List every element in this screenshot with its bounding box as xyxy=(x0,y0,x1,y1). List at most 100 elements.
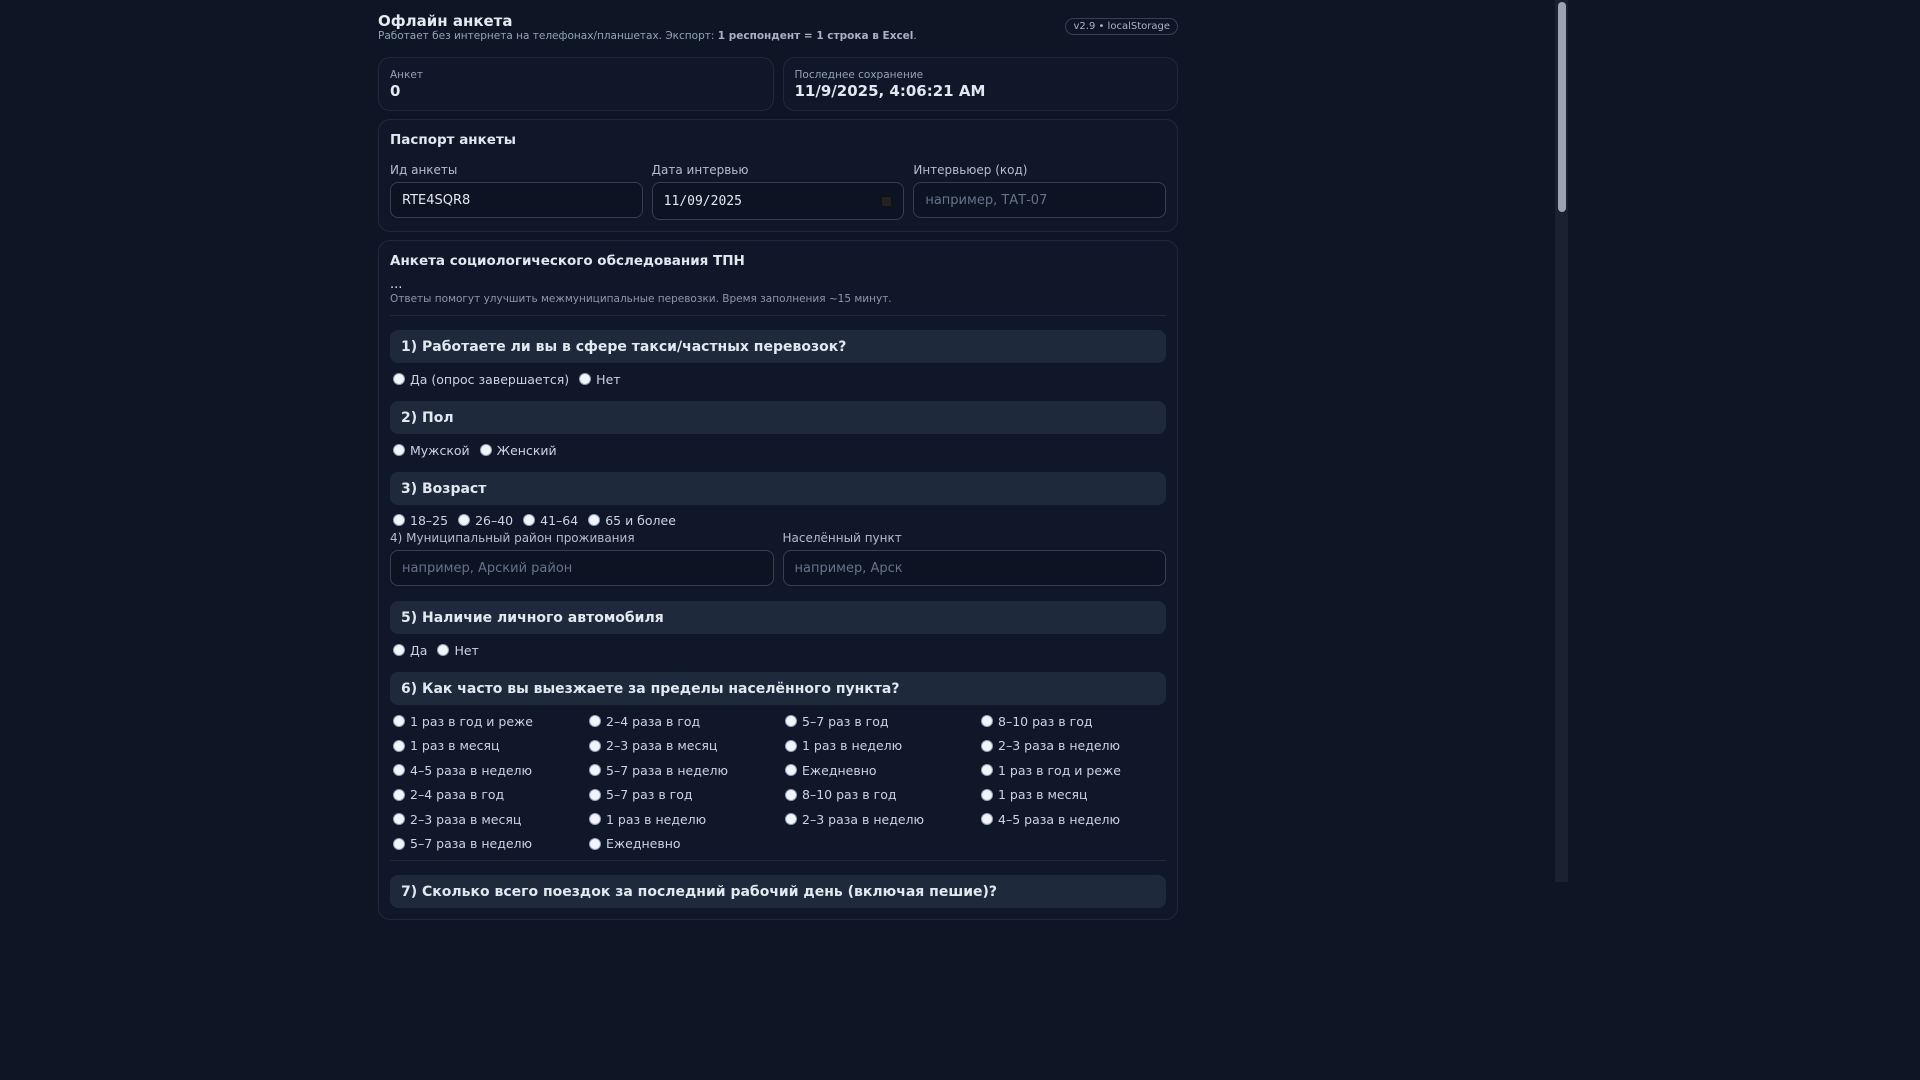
q6-option[interactable]: 4–5 раза в неделю xyxy=(393,758,589,783)
q6-option[interactable]: 2–3 раза в неделю xyxy=(785,807,981,832)
date-label: Дата интервью xyxy=(651,163,749,177)
date-value: 11/09/2025 xyxy=(663,193,742,209)
subtitle-bold: 1 респондент = 1 строка в Excel xyxy=(717,30,914,42)
stat-saved-value: 11/9/2025, 4:06:21 AM xyxy=(794,82,986,100)
radio[interactable] xyxy=(981,764,993,777)
radio[interactable] xyxy=(981,715,993,728)
settlement-input[interactable]: например, Арск xyxy=(782,550,1166,586)
radio[interactable] xyxy=(589,764,601,777)
radio[interactable] xyxy=(458,514,471,526)
radio[interactable] xyxy=(588,514,601,526)
calendar-icon[interactable] xyxy=(881,195,893,207)
radio[interactable] xyxy=(785,739,797,752)
option-label: 1 раз в год и реже xyxy=(410,713,533,729)
q3-option[interactable]: 26–40 xyxy=(458,513,513,528)
q6-option[interactable]: 8–10 раз в год xyxy=(981,709,1177,734)
radio[interactable] xyxy=(785,813,797,826)
q6-option[interactable]: 2–3 раза в месяц xyxy=(589,734,785,759)
q6-option[interactable]: 5–7 раза в неделю xyxy=(393,832,589,857)
radio[interactable] xyxy=(589,788,601,801)
q6-option[interactable]: 1 раз в неделю xyxy=(785,734,981,759)
option-label: Ежедневно xyxy=(802,762,877,778)
q6-option[interactable]: 5–7 раз в год xyxy=(785,709,981,734)
radio[interactable] xyxy=(393,373,405,385)
radio[interactable] xyxy=(393,444,405,456)
radio[interactable] xyxy=(393,715,405,728)
interviewer-input[interactable]: например, ТАТ-07 xyxy=(913,182,1167,218)
q6-option[interactable]: 4–5 раза в неделю xyxy=(981,807,1177,832)
district-input[interactable]: например, Арский район xyxy=(390,550,774,586)
radio[interactable] xyxy=(981,788,993,801)
q6-option[interactable]: 1 раз в год и реже xyxy=(393,709,589,734)
question-1-title: 1) Работаете ли вы в сфере такси/частных… xyxy=(390,330,1166,363)
question-6-title: 6) Как часто вы выезжаете за пределы нас… xyxy=(390,672,1166,705)
q6-option[interactable]: 2–3 раза в неделю xyxy=(981,734,1177,759)
interviewer-label: Интервьюер (код) xyxy=(913,163,1028,177)
q6-option[interactable]: 2–4 раза в год xyxy=(589,709,785,734)
q6-option[interactable]: 1 раз в год и реже xyxy=(981,758,1177,783)
radio[interactable] xyxy=(479,444,492,456)
question-5-options: Да Нет xyxy=(393,638,1166,662)
option-label: 1 раз в неделю xyxy=(802,738,903,754)
radio[interactable] xyxy=(981,813,993,826)
option-label: 8–10 раз в год xyxy=(802,787,897,803)
q6-option[interactable]: 1 раз в месяц xyxy=(393,734,589,759)
q6-option[interactable]: 5–7 раза в неделю xyxy=(589,758,785,783)
scrollbar-thumb[interactable] xyxy=(1558,2,1566,212)
radio[interactable] xyxy=(393,764,405,777)
radio[interactable] xyxy=(393,514,405,526)
q6-option[interactable]: Ежедневно xyxy=(589,832,785,857)
radio[interactable] xyxy=(437,644,450,656)
question-6-options: 1 раз в год и реже 2–4 раза в год 5–7 раз … xyxy=(393,709,1166,856)
radio[interactable] xyxy=(785,788,797,801)
radio[interactable] xyxy=(589,739,601,752)
q6-option[interactable]: 1 раз в месяц xyxy=(981,783,1177,808)
question-4: 4) Муниципальный район проживания наприм… xyxy=(390,531,1166,586)
option-label: 4–5 раза в неделю xyxy=(410,762,533,778)
radio[interactable] xyxy=(393,644,405,656)
q6-option[interactable]: 1 раз в неделю xyxy=(589,807,785,832)
q1-option-no[interactable]: Нет xyxy=(579,371,621,387)
option-label: 1 раз в неделю xyxy=(606,811,707,827)
date-input[interactable]: 11/09/2025 xyxy=(651,182,905,220)
q6-option[interactable]: Ежедневно xyxy=(785,758,981,783)
q3-option[interactable]: 65 и более xyxy=(588,513,676,528)
q6-option[interactable]: 5–7 раз в год xyxy=(589,783,785,808)
option-label: 2–3 раза в неделю xyxy=(998,738,1121,754)
id-input[interactable]: RTE4SQR8 xyxy=(390,182,643,218)
q6-option[interactable]: 2–4 раза в год xyxy=(393,783,589,808)
survey-description: Ответы помогут улучшить межмуниципальные… xyxy=(390,293,892,305)
radio[interactable] xyxy=(589,813,601,826)
radio[interactable] xyxy=(785,715,797,728)
q1-option-yes[interactable]: Да (опрос завершается) xyxy=(393,372,569,387)
radio[interactable] xyxy=(785,764,797,777)
option-label: Нет xyxy=(596,371,621,387)
radio[interactable] xyxy=(589,837,601,850)
radio[interactable] xyxy=(393,837,405,850)
q2-option-female[interactable]: Женский xyxy=(479,443,557,458)
q3-option[interactable]: 18–25 xyxy=(393,513,448,528)
passport-card: Паспорт анкеты Ид анкеты RTE4SQR8 Дата и… xyxy=(378,119,1178,232)
radio[interactable] xyxy=(393,739,405,752)
question-1-options: Да (опрос завершается) Нет xyxy=(393,367,1166,391)
option-label: 2–3 раза в месяц xyxy=(606,738,718,754)
q5-option-yes[interactable]: Да xyxy=(393,643,427,658)
radio[interactable] xyxy=(579,373,592,385)
radio[interactable] xyxy=(589,715,601,728)
radio[interactable] xyxy=(393,813,405,826)
q5-option-no[interactable]: Нет xyxy=(437,642,479,658)
radio[interactable] xyxy=(981,739,993,752)
survey-title: Анкета социологического обследования ТПН xyxy=(390,253,745,269)
radio[interactable] xyxy=(523,514,536,526)
q6-option[interactable]: 8–10 раз в год xyxy=(785,783,981,808)
q6-option[interactable]: 2–3 раза в месяц xyxy=(393,807,589,832)
q2-option-male[interactable]: Мужской xyxy=(393,443,470,458)
option-label: 4–5 раза в неделю xyxy=(998,811,1121,827)
question-5-title: 5) Наличие личного автомобиля xyxy=(390,601,1166,634)
option-label: Нет xyxy=(454,642,479,658)
divider xyxy=(390,315,1166,316)
q3-option[interactable]: 41–64 xyxy=(523,513,578,528)
radio[interactable] xyxy=(393,788,405,801)
interviewer-placeholder: например, ТАТ-07 xyxy=(925,192,1048,208)
option-label: 5–7 раз в год xyxy=(606,787,693,803)
